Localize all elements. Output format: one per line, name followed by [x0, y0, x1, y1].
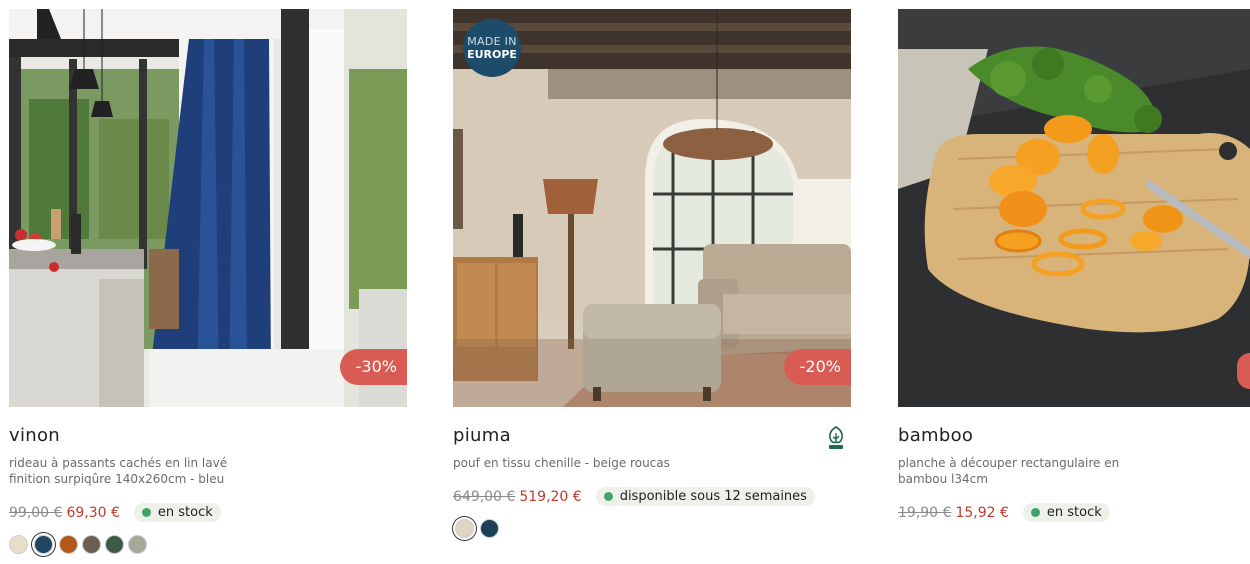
color-swatch-green[interactable] [105, 535, 124, 554]
color-swatch-sage[interactable] [128, 535, 147, 554]
product-name[interactable]: vinon [9, 425, 407, 446]
product-name[interactable]: bamboo [898, 425, 1250, 446]
stock-label: en stock [157, 505, 213, 520]
price-row: 649,00 € 519,20 € disponible sous 12 sem… [453, 487, 815, 506]
fsc-tree-icon [829, 426, 843, 449]
product-card-vinon[interactable]: -30% vinon rideau à passants cachés en l… [9, 9, 407, 554]
product-description: pouf en tissu chenille - beige roucas [453, 456, 670, 470]
stock-dot-icon [141, 508, 151, 517]
stock-label: en stock [1046, 505, 1102, 520]
color-swatch-navy[interactable] [480, 519, 499, 538]
stock-dot-icon [1030, 508, 1040, 517]
price-row: 19,90 € 15,92 € en stock [898, 503, 1110, 522]
product-card-piuma[interactable]: MADE IN EUROPE -20% piuma pouf en tissu … [453, 9, 851, 538]
product-card-bamboo[interactable]: bamboo planche à découper rectangulaire … [898, 9, 1250, 522]
color-swatch-cream[interactable] [9, 535, 28, 554]
color-swatch-taupe[interactable] [82, 535, 101, 554]
ottoman-living-room-image [453, 9, 851, 407]
old-price: 649,00 € [453, 488, 516, 505]
sale-price: 69,30 € [66, 504, 120, 521]
product-description: rideau à passants cachés en lin lavé fin… [9, 456, 228, 486]
sale-price: 15,92 € [955, 504, 1009, 521]
product-image-piuma[interactable]: MADE IN EUROPE -20% [453, 9, 851, 407]
discount-badge: -20% [783, 349, 851, 385]
discount-badge: -30% [339, 349, 407, 385]
color-swatches [9, 535, 151, 554]
color-swatches [453, 519, 503, 538]
stock-label: disponible sous 12 semaines [619, 489, 807, 504]
product-name[interactable]: piuma [453, 425, 851, 446]
old-price: 99,00 € [9, 504, 63, 521]
color-swatch-rust[interactable] [59, 535, 78, 554]
europe-label: EUROPE [467, 48, 517, 61]
stock-dot-icon [603, 492, 613, 501]
color-swatch-beige[interactable] [455, 519, 474, 538]
made-in-label: MADE IN [467, 35, 517, 48]
price-row: 99,00 € 69,30 € en stock [9, 503, 221, 522]
product-description: planche à découper rectangulaire en bamb… [898, 456, 1120, 486]
stock-badge: en stock [1022, 503, 1110, 522]
stock-badge: en stock [133, 503, 221, 522]
product-image-vinon[interactable]: -30% [9, 9, 407, 407]
product-image-bamboo[interactable] [898, 9, 1250, 407]
color-swatch-blue[interactable] [34, 535, 53, 554]
stock-badge: disponible sous 12 semaines [595, 487, 815, 506]
old-price: 19,90 € [898, 504, 952, 521]
made-in-europe-badge: MADE IN EUROPE [463, 19, 521, 77]
cutting-board-image [898, 9, 1250, 407]
sale-price: 519,20 € [519, 488, 582, 505]
curtain-kitchen-image [9, 9, 407, 407]
next-card-badge-edge [1237, 353, 1250, 389]
